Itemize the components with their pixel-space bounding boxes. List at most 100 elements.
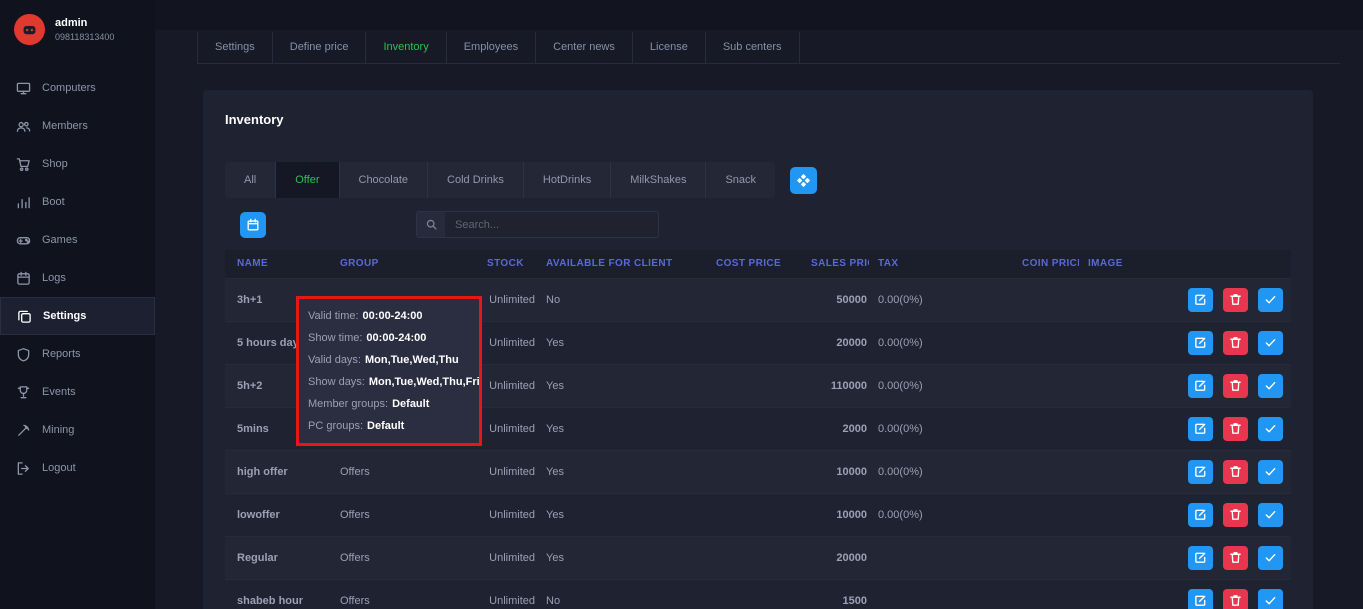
- computers-icon: [16, 81, 31, 96]
- column-header-group: GROUP: [337, 250, 487, 278]
- logout-icon: [16, 461, 31, 476]
- tab-center-news[interactable]: Center news: [536, 32, 633, 63]
- cell-actions: [1141, 278, 1291, 321]
- cell-available: Yes: [535, 364, 711, 407]
- cell-tax: 0.00(0%): [869, 364, 1013, 407]
- category-tab-milkshakes[interactable]: MilkShakes: [611, 162, 706, 198]
- confirm-button[interactable]: [1258, 546, 1283, 570]
- manage-categories-button[interactable]: [790, 167, 817, 194]
- cell-available: Yes: [535, 450, 711, 493]
- edit-button[interactable]: [1188, 546, 1213, 570]
- cell-tax: 0.00(0%): [869, 407, 1013, 450]
- cell-actions: [1141, 450, 1291, 493]
- tooltip-line: Show time:00:00-24:00: [308, 327, 470, 349]
- sidebar-item-shop[interactable]: Shop: [0, 145, 155, 183]
- category-tab-offer[interactable]: Offer: [276, 162, 339, 198]
- edit-icon: [1194, 379, 1207, 392]
- edit-button[interactable]: [1188, 374, 1213, 398]
- cell-available: Yes: [535, 493, 711, 536]
- tab-settings[interactable]: Settings: [197, 32, 273, 63]
- cell-available: No: [535, 278, 711, 321]
- edit-icon: [1194, 293, 1207, 306]
- cell-coin-price: [1013, 321, 1079, 364]
- edit-button[interactable]: [1188, 288, 1213, 312]
- column-header-tax: TAX: [869, 250, 1013, 278]
- cell-name: lowoffer: [225, 493, 337, 536]
- cell-available: No: [535, 579, 711, 609]
- sidebar-item-computers[interactable]: Computers: [0, 69, 155, 107]
- page-title: Inventory: [225, 112, 284, 127]
- delete-button[interactable]: [1223, 417, 1248, 441]
- delete-button[interactable]: [1223, 546, 1248, 570]
- delete-button[interactable]: [1223, 331, 1248, 355]
- members-icon: [16, 119, 31, 134]
- cell-group: Offers: [337, 536, 487, 579]
- cell-name: high offer: [225, 450, 337, 493]
- confirm-button[interactable]: [1258, 589, 1283, 609]
- delete-button[interactable]: [1223, 374, 1248, 398]
- category-tab-snack[interactable]: Snack: [706, 162, 775, 198]
- edit-button[interactable]: [1188, 460, 1213, 484]
- delete-button[interactable]: [1223, 460, 1248, 484]
- tab-sub-centers[interactable]: Sub centers: [706, 32, 800, 63]
- sidebar-item-mining[interactable]: Mining: [0, 411, 155, 449]
- confirm-button[interactable]: [1258, 417, 1283, 441]
- sidebar-item-events[interactable]: Events: [0, 373, 155, 411]
- sidebar-item-label: Mining: [42, 424, 74, 436]
- confirm-button[interactable]: [1258, 503, 1283, 527]
- search-row: [225, 211, 659, 238]
- cell-available: Yes: [535, 407, 711, 450]
- delete-button[interactable]: [1223, 589, 1248, 609]
- tab-employees[interactable]: Employees: [447, 32, 536, 63]
- sidebar-item-label: Logout: [42, 462, 76, 474]
- column-header-stock: STOCK: [487, 250, 535, 278]
- trash-icon: [1229, 551, 1242, 564]
- sidebar-item-settings[interactable]: Settings: [0, 297, 155, 335]
- cell-image: [1079, 536, 1141, 579]
- sidebar-menu: Computers Members Shop Boot: [0, 69, 155, 487]
- confirm-button[interactable]: [1258, 460, 1283, 484]
- check-icon: [1264, 594, 1277, 607]
- cell-tax: 0.00(0%): [869, 450, 1013, 493]
- user-profile[interactable]: admin 098118313400: [0, 0, 155, 55]
- delete-button[interactable]: [1223, 503, 1248, 527]
- sidebar-item-games[interactable]: Games: [0, 221, 155, 259]
- sidebar-item-reports[interactable]: Reports: [0, 335, 155, 373]
- delete-button[interactable]: [1223, 288, 1248, 312]
- sidebar-item-logs[interactable]: Logs: [0, 259, 155, 297]
- sidebar: admin 098118313400 Computers Members: [0, 0, 155, 609]
- sidebar-item-members[interactable]: Members: [0, 107, 155, 145]
- edit-button[interactable]: [1188, 503, 1213, 527]
- edit-button[interactable]: [1188, 331, 1213, 355]
- cell-stock: Unlimited: [487, 407, 535, 450]
- edit-button[interactable]: [1188, 589, 1213, 609]
- sidebar-item-boot[interactable]: Boot: [0, 183, 155, 221]
- confirm-button[interactable]: [1258, 288, 1283, 312]
- sidebar-item-label: Games: [42, 234, 77, 246]
- logs-icon: [16, 271, 31, 286]
- search-box: [416, 211, 659, 238]
- sidebar-item-logout[interactable]: Logout: [0, 449, 155, 487]
- category-tab-cold-drinks[interactable]: Cold Drinks: [428, 162, 524, 198]
- cell-sales-price: 10000: [811, 450, 869, 493]
- calendar-icon: [246, 218, 260, 232]
- cell-image: [1079, 407, 1141, 450]
- confirm-button[interactable]: [1258, 331, 1283, 355]
- edit-button[interactable]: [1188, 417, 1213, 441]
- cell-sales-price: 50000: [811, 278, 869, 321]
- calendar-button[interactable]: [240, 212, 266, 238]
- edit-icon: [1194, 551, 1207, 564]
- category-tab-chocolate[interactable]: Chocolate: [340, 162, 429, 198]
- cell-tax: [869, 579, 1013, 609]
- tab-license[interactable]: License: [633, 32, 706, 63]
- category-tab-all[interactable]: All: [225, 162, 276, 198]
- settings-icon: [17, 309, 32, 324]
- avatar: [14, 14, 45, 45]
- category-tab-hotdrinks[interactable]: HotDrinks: [524, 162, 611, 198]
- confirm-button[interactable]: [1258, 374, 1283, 398]
- tab-inventory[interactable]: Inventory: [366, 32, 446, 63]
- cell-available: Yes: [535, 536, 711, 579]
- cell-sales-price: 20000: [811, 321, 869, 364]
- search-input[interactable]: [445, 212, 658, 237]
- tab-define-price[interactable]: Define price: [273, 32, 367, 63]
